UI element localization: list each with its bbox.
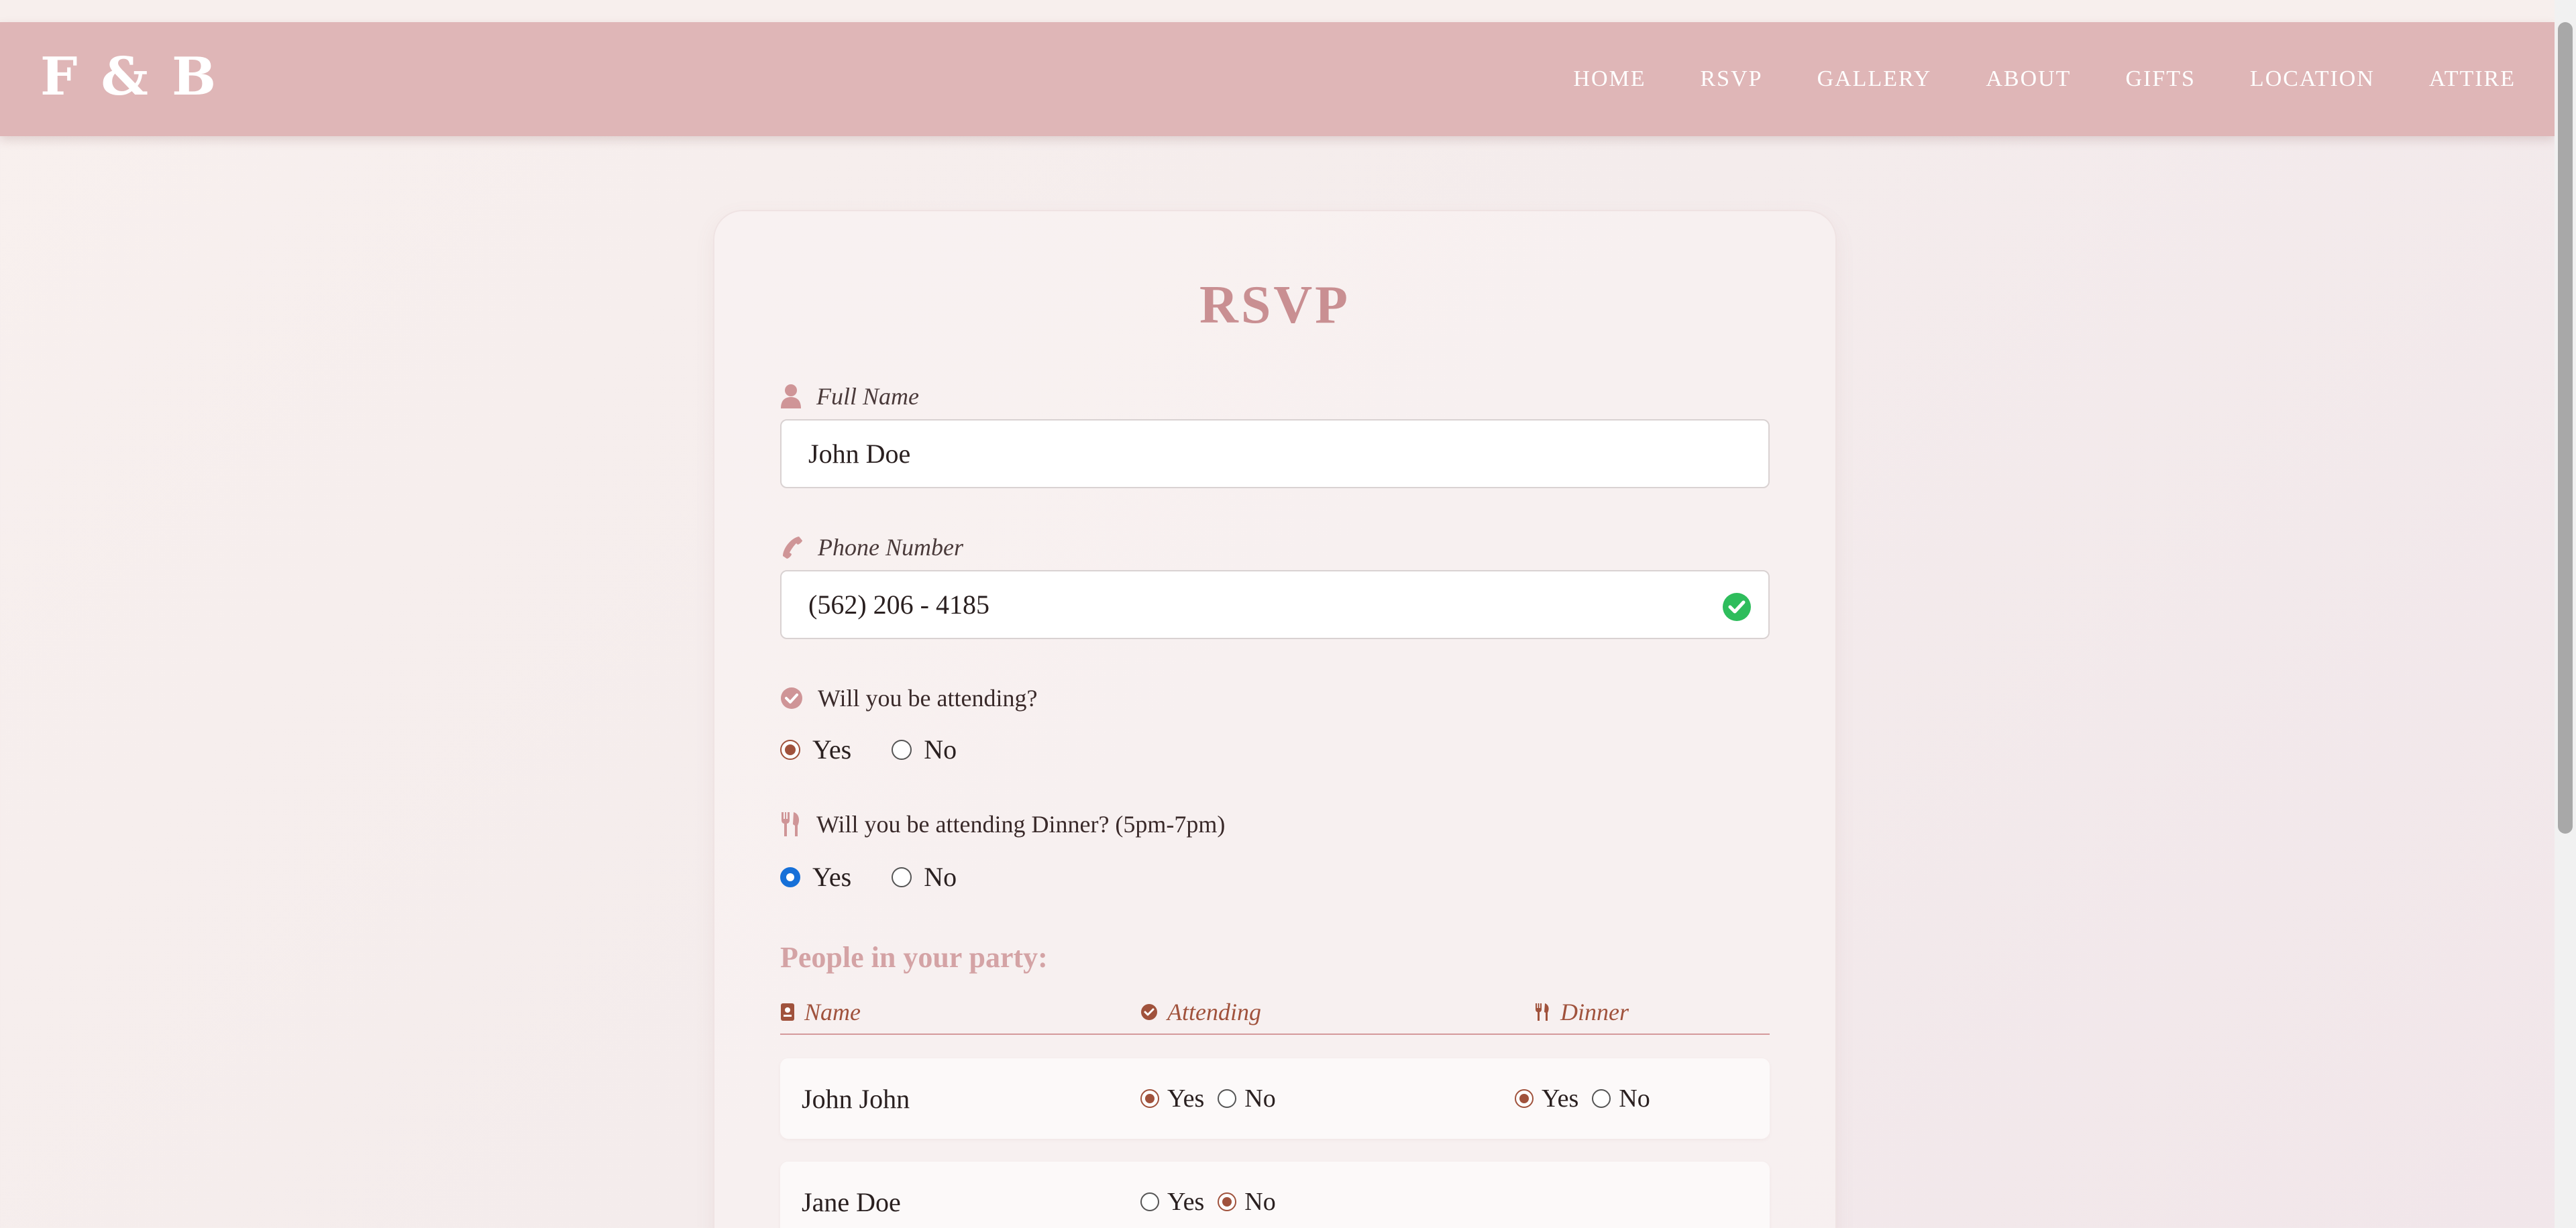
party-attending-radios: Yes No bbox=[1140, 1058, 1276, 1139]
attending-no-label: No bbox=[924, 734, 957, 765]
party-attending-radios: Yes No bbox=[1140, 1162, 1276, 1228]
dinner-yes-radio[interactable] bbox=[780, 867, 800, 887]
utensils-icon bbox=[780, 811, 802, 838]
attending-question: Will you be attending? bbox=[818, 685, 1038, 712]
party-attending-no-radio[interactable] bbox=[1218, 1192, 1237, 1211]
attending-no-radio[interactable] bbox=[892, 739, 912, 760]
site-logo[interactable]: F & B bbox=[40, 46, 219, 107]
party-dinner-no-radio[interactable] bbox=[1592, 1089, 1611, 1108]
party-header-divider bbox=[780, 1034, 1770, 1035]
dinner-yes-option[interactable]: Yes bbox=[780, 861, 851, 893]
attending-radio-group: Yes No bbox=[780, 734, 997, 765]
attending-yes-radio[interactable] bbox=[780, 739, 800, 760]
dinner-radio-group: Yes No bbox=[780, 861, 997, 893]
phone-label: Phone Number bbox=[818, 534, 963, 561]
full-name-input[interactable]: John Doe bbox=[780, 419, 1770, 488]
attending-yes-option[interactable]: Yes bbox=[780, 734, 851, 765]
party-attending-yes-option[interactable]: Yes bbox=[1140, 1187, 1204, 1217]
party-heading: People in your party: bbox=[780, 941, 1048, 974]
phone-value: (562) 206 - 4185 bbox=[808, 590, 989, 620]
nav-location-link[interactable]: LOCATION bbox=[2250, 66, 2375, 92]
party-attending-no-option[interactable]: No bbox=[1218, 1084, 1276, 1113]
party-dinner-radios: Yes No bbox=[1515, 1058, 1650, 1139]
col-name-label: Name bbox=[804, 999, 861, 1025]
nav-rsvp-link[interactable]: RSVP bbox=[1701, 66, 1763, 92]
dinner-label-row: Will you be attending Dinner? (5pm-7pm) bbox=[780, 810, 1225, 838]
col-dinner-label: Dinner bbox=[1560, 999, 1629, 1025]
party-attending-yes-label: Yes bbox=[1167, 1188, 1205, 1216]
party-dinner-no-option[interactable]: No bbox=[1592, 1084, 1650, 1113]
party-dinner-no-label: No bbox=[1619, 1084, 1650, 1113]
party-member-name: Jane Doe bbox=[802, 1186, 901, 1217]
party-attending-yes-label: Yes bbox=[1167, 1084, 1205, 1113]
party-attending-yes-radio[interactable] bbox=[1140, 1192, 1159, 1211]
check-circle-icon bbox=[780, 687, 803, 710]
nav-about-link[interactable]: ABOUT bbox=[1986, 66, 2071, 92]
party-attending-no-label: No bbox=[1244, 1084, 1276, 1113]
nav-links: HOME RSVP GALLERY ABOUT GIFTS LOCATION A… bbox=[1573, 22, 2516, 136]
phone-input[interactable]: (562) 206 - 4185 bbox=[780, 570, 1770, 639]
nav-attire-link[interactable]: ATTIRE bbox=[2429, 66, 2516, 92]
dinner-no-label: No bbox=[924, 862, 957, 892]
nav-home-link[interactable]: HOME bbox=[1573, 66, 1646, 92]
dinner-no-option[interactable]: No bbox=[892, 861, 957, 893]
attending-label-row: Will you be attending? bbox=[780, 684, 1037, 712]
party-attending-no-radio[interactable] bbox=[1218, 1089, 1237, 1108]
nav-gifts-link[interactable]: GIFTS bbox=[2125, 66, 2195, 92]
party-attending-no-option[interactable]: No bbox=[1218, 1187, 1276, 1217]
attending-yes-label: Yes bbox=[812, 734, 852, 765]
phone-label-row: Phone Number bbox=[780, 533, 963, 561]
col-head-name: Name bbox=[780, 998, 861, 1026]
navbar: F & B HOME RSVP GALLERY ABOUT GIFTS LOCA… bbox=[0, 22, 2555, 136]
party-dinner-yes-label: Yes bbox=[1542, 1084, 1579, 1113]
party-attending-yes-option[interactable]: Yes bbox=[1140, 1084, 1204, 1113]
party-attending-yes-radio[interactable] bbox=[1140, 1089, 1159, 1108]
col-head-dinner: Dinner bbox=[1535, 998, 1629, 1026]
top-strip bbox=[0, 0, 2555, 22]
scrollbar-thumb[interactable] bbox=[2558, 22, 2573, 834]
dinner-question: Will you be attending Dinner? (5pm-7pm) bbox=[816, 811, 1226, 838]
phone-icon bbox=[780, 535, 803, 559]
col-attending-label: Attending bbox=[1167, 999, 1261, 1025]
check-circle-small-icon bbox=[1140, 1003, 1158, 1021]
nav-gallery-link[interactable]: GALLERY bbox=[1817, 66, 1932, 92]
party-row: Jane Doe Yes No bbox=[780, 1162, 1770, 1228]
dinner-yes-label: Yes bbox=[812, 862, 852, 892]
attending-no-option[interactable]: No bbox=[892, 734, 957, 765]
rsvp-title: RSVP bbox=[1199, 276, 1350, 335]
utensils-small-icon bbox=[1535, 1003, 1551, 1021]
dinner-no-radio[interactable] bbox=[892, 867, 912, 887]
valid-check-icon bbox=[1723, 593, 1751, 621]
party-attending-no-label: No bbox=[1244, 1188, 1276, 1216]
col-head-attending: Attending bbox=[1140, 998, 1261, 1026]
party-member-name: John John bbox=[802, 1083, 910, 1114]
full-name-label: Full Name bbox=[816, 383, 919, 410]
party-dinner-yes-radio[interactable] bbox=[1515, 1089, 1534, 1108]
full-name-label-row: Full Name bbox=[780, 382, 919, 410]
party-row: John John Yes No Yes No bbox=[780, 1058, 1770, 1139]
id-card-icon bbox=[780, 1003, 795, 1021]
party-dinner-yes-option[interactable]: Yes bbox=[1515, 1084, 1578, 1113]
user-icon bbox=[780, 384, 802, 409]
